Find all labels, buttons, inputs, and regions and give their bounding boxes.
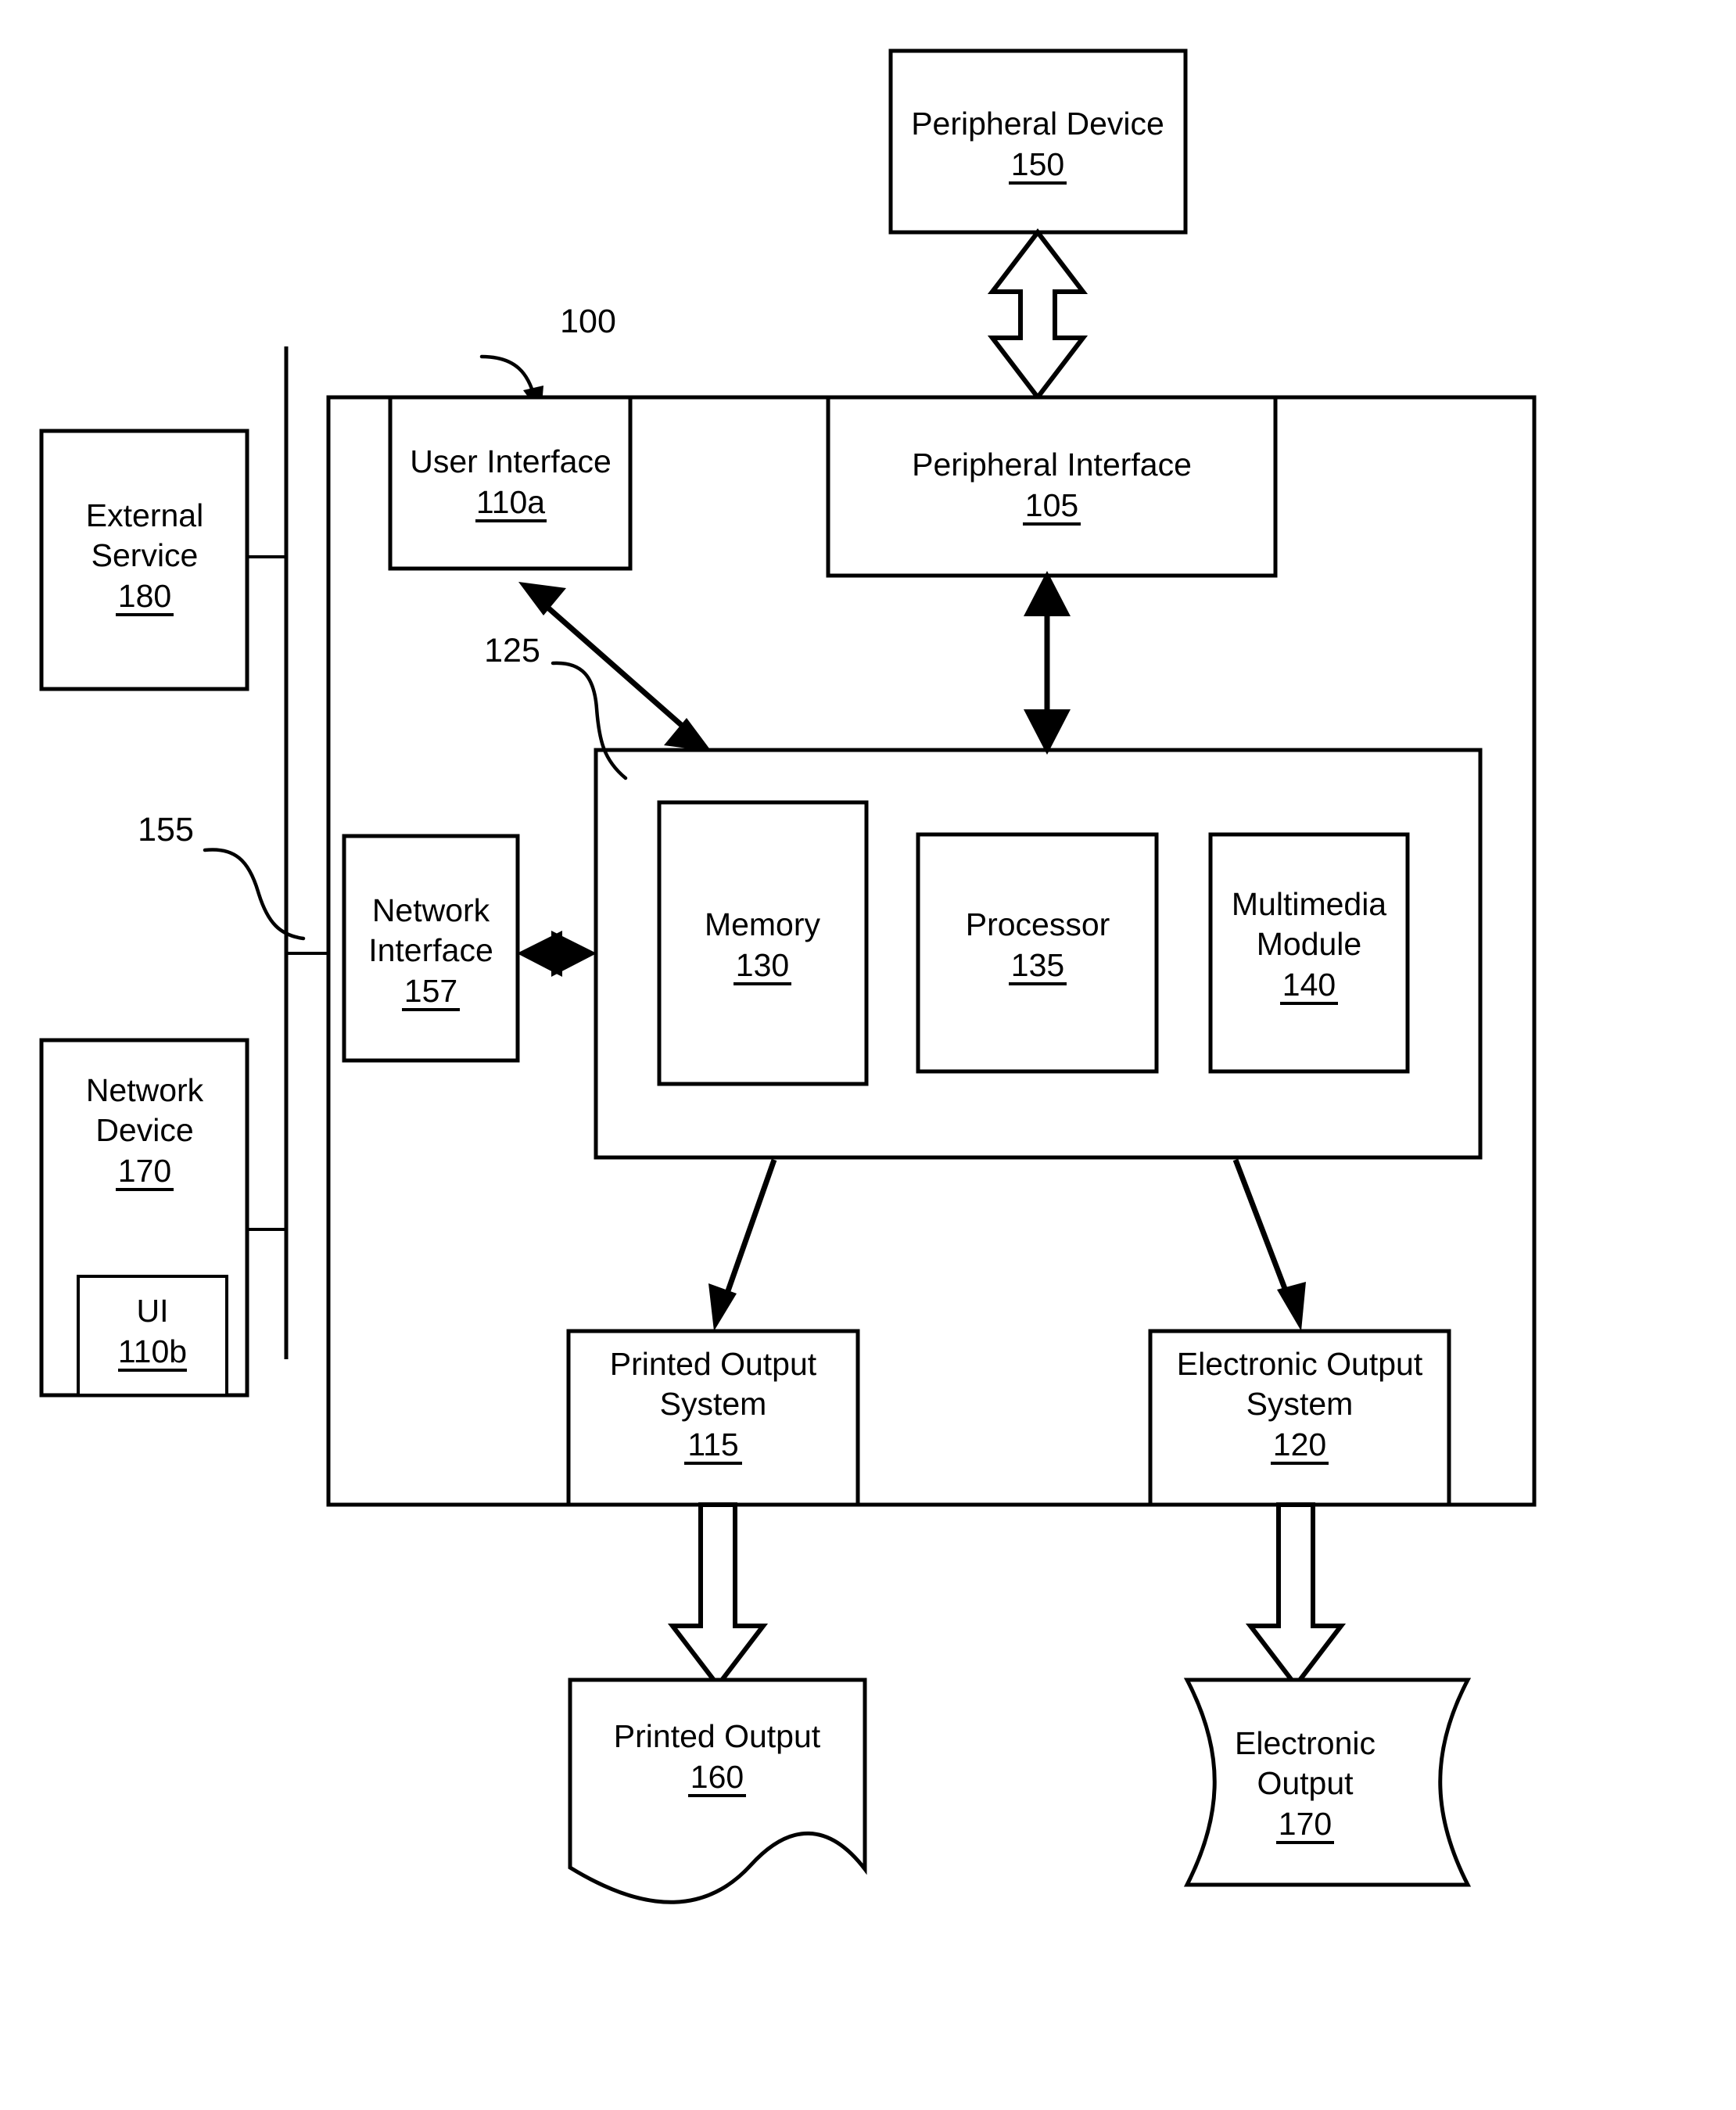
printed-output-system-block[interactable]: Printed Output System 115 <box>566 1329 860 1507</box>
user-interface-label: User Interface <box>410 443 612 479</box>
peripheral-device-block[interactable]: Peripheral Device 150 <box>888 48 1188 235</box>
network-device-ui-number: 110b <box>118 1333 187 1369</box>
network-device-ui-label: UI <box>137 1293 169 1329</box>
electronic-output-system-block[interactable]: Electronic Output System 120 <box>1148 1329 1451 1507</box>
block-diagram-svg: 155 Peripheral Device 150 100 User Inter… <box>39 48 1537 1904</box>
peripheral-interface-number: 105 <box>1025 487 1078 523</box>
network-interface-label-2: Interface <box>368 932 493 968</box>
electronic-output-system-label-2: System <box>1246 1386 1354 1422</box>
printed-output-document[interactable]: Printed Output 160 <box>568 1678 867 1904</box>
external-service-label-1: External <box>86 497 203 533</box>
multimedia-module-label-1: Multimedia <box>1232 886 1386 922</box>
electronic-output-number: 170 <box>1279 1806 1332 1842</box>
ref-125-label: 125 <box>484 632 540 669</box>
printed-output-label: Printed Output <box>614 1718 821 1754</box>
peripheral-interface-block[interactable]: Peripheral Interface 105 <box>826 395 1278 578</box>
network-device-number: 170 <box>118 1153 171 1189</box>
multimedia-module-number: 140 <box>1282 967 1336 1003</box>
network-interface-number: 157 <box>404 973 457 1009</box>
ref-100-label: 100 <box>560 303 616 340</box>
user-interface-number: 110a <box>476 484 545 520</box>
network-device-ui-block[interactable]: UI 110b <box>77 1275 228 1397</box>
electronic-output-system-label-1: Electronic Output <box>1177 1346 1423 1382</box>
external-service-label-2: Service <box>91 537 199 573</box>
network-device-label-2: Device <box>95 1112 193 1148</box>
peripheral-device-connector-arrow <box>987 228 1089 401</box>
electronic-output-label-2: Output <box>1257 1765 1354 1801</box>
printed-output-system-label-2: System <box>660 1386 767 1422</box>
bus-leader-155 <box>203 848 306 941</box>
electronic-output-system-number: 120 <box>1273 1426 1326 1462</box>
network-interface-block[interactable]: Network Interface 157 <box>342 834 520 1063</box>
printed-output-system-label-1: Printed Output <box>610 1346 817 1382</box>
electronic-output-shape[interactable]: Electronic Output 170 <box>1183 1678 1472 1887</box>
network-device-block[interactable]: Network Device 170 UI 110b <box>39 1038 249 1398</box>
user-interface-block[interactable]: User Interface 110a <box>388 395 633 571</box>
figure-canvas: 155 Peripheral Device 150 100 User Inter… <box>0 0 1736 2110</box>
ref-155-label: 155 <box>138 811 194 849</box>
multimedia-module-label-2: Module <box>1257 926 1361 962</box>
printed-output-number: 160 <box>690 1759 744 1795</box>
printed-output-hollow-arrow <box>667 1502 769 1689</box>
network-interface-label-1: Network <box>372 892 490 928</box>
peripheral-interface-label: Peripheral Interface <box>912 447 1192 483</box>
printed-output-system-number: 115 <box>687 1426 738 1462</box>
network-device-label-1: Network <box>86 1072 204 1108</box>
multimedia-module-block[interactable]: Multimedia Module 140 <box>1208 832 1410 1074</box>
external-service-number: 180 <box>118 578 171 614</box>
external-service-block[interactable]: External Service 180 <box>39 429 249 691</box>
memory-block[interactable]: Memory 130 <box>657 800 869 1086</box>
memory-label: Memory <box>705 906 821 942</box>
processor-number: 135 <box>1011 947 1064 983</box>
processor-block[interactable]: Processor 135 <box>916 832 1159 1074</box>
electronic-output-label-1: Electronic <box>1235 1725 1376 1761</box>
peripheral-device-number: 150 <box>1011 146 1064 182</box>
peripheral-device-label: Peripheral Device <box>911 106 1164 142</box>
electronic-output-hollow-arrow <box>1245 1502 1347 1689</box>
memory-number: 130 <box>736 947 789 983</box>
processor-label: Processor <box>966 906 1110 942</box>
